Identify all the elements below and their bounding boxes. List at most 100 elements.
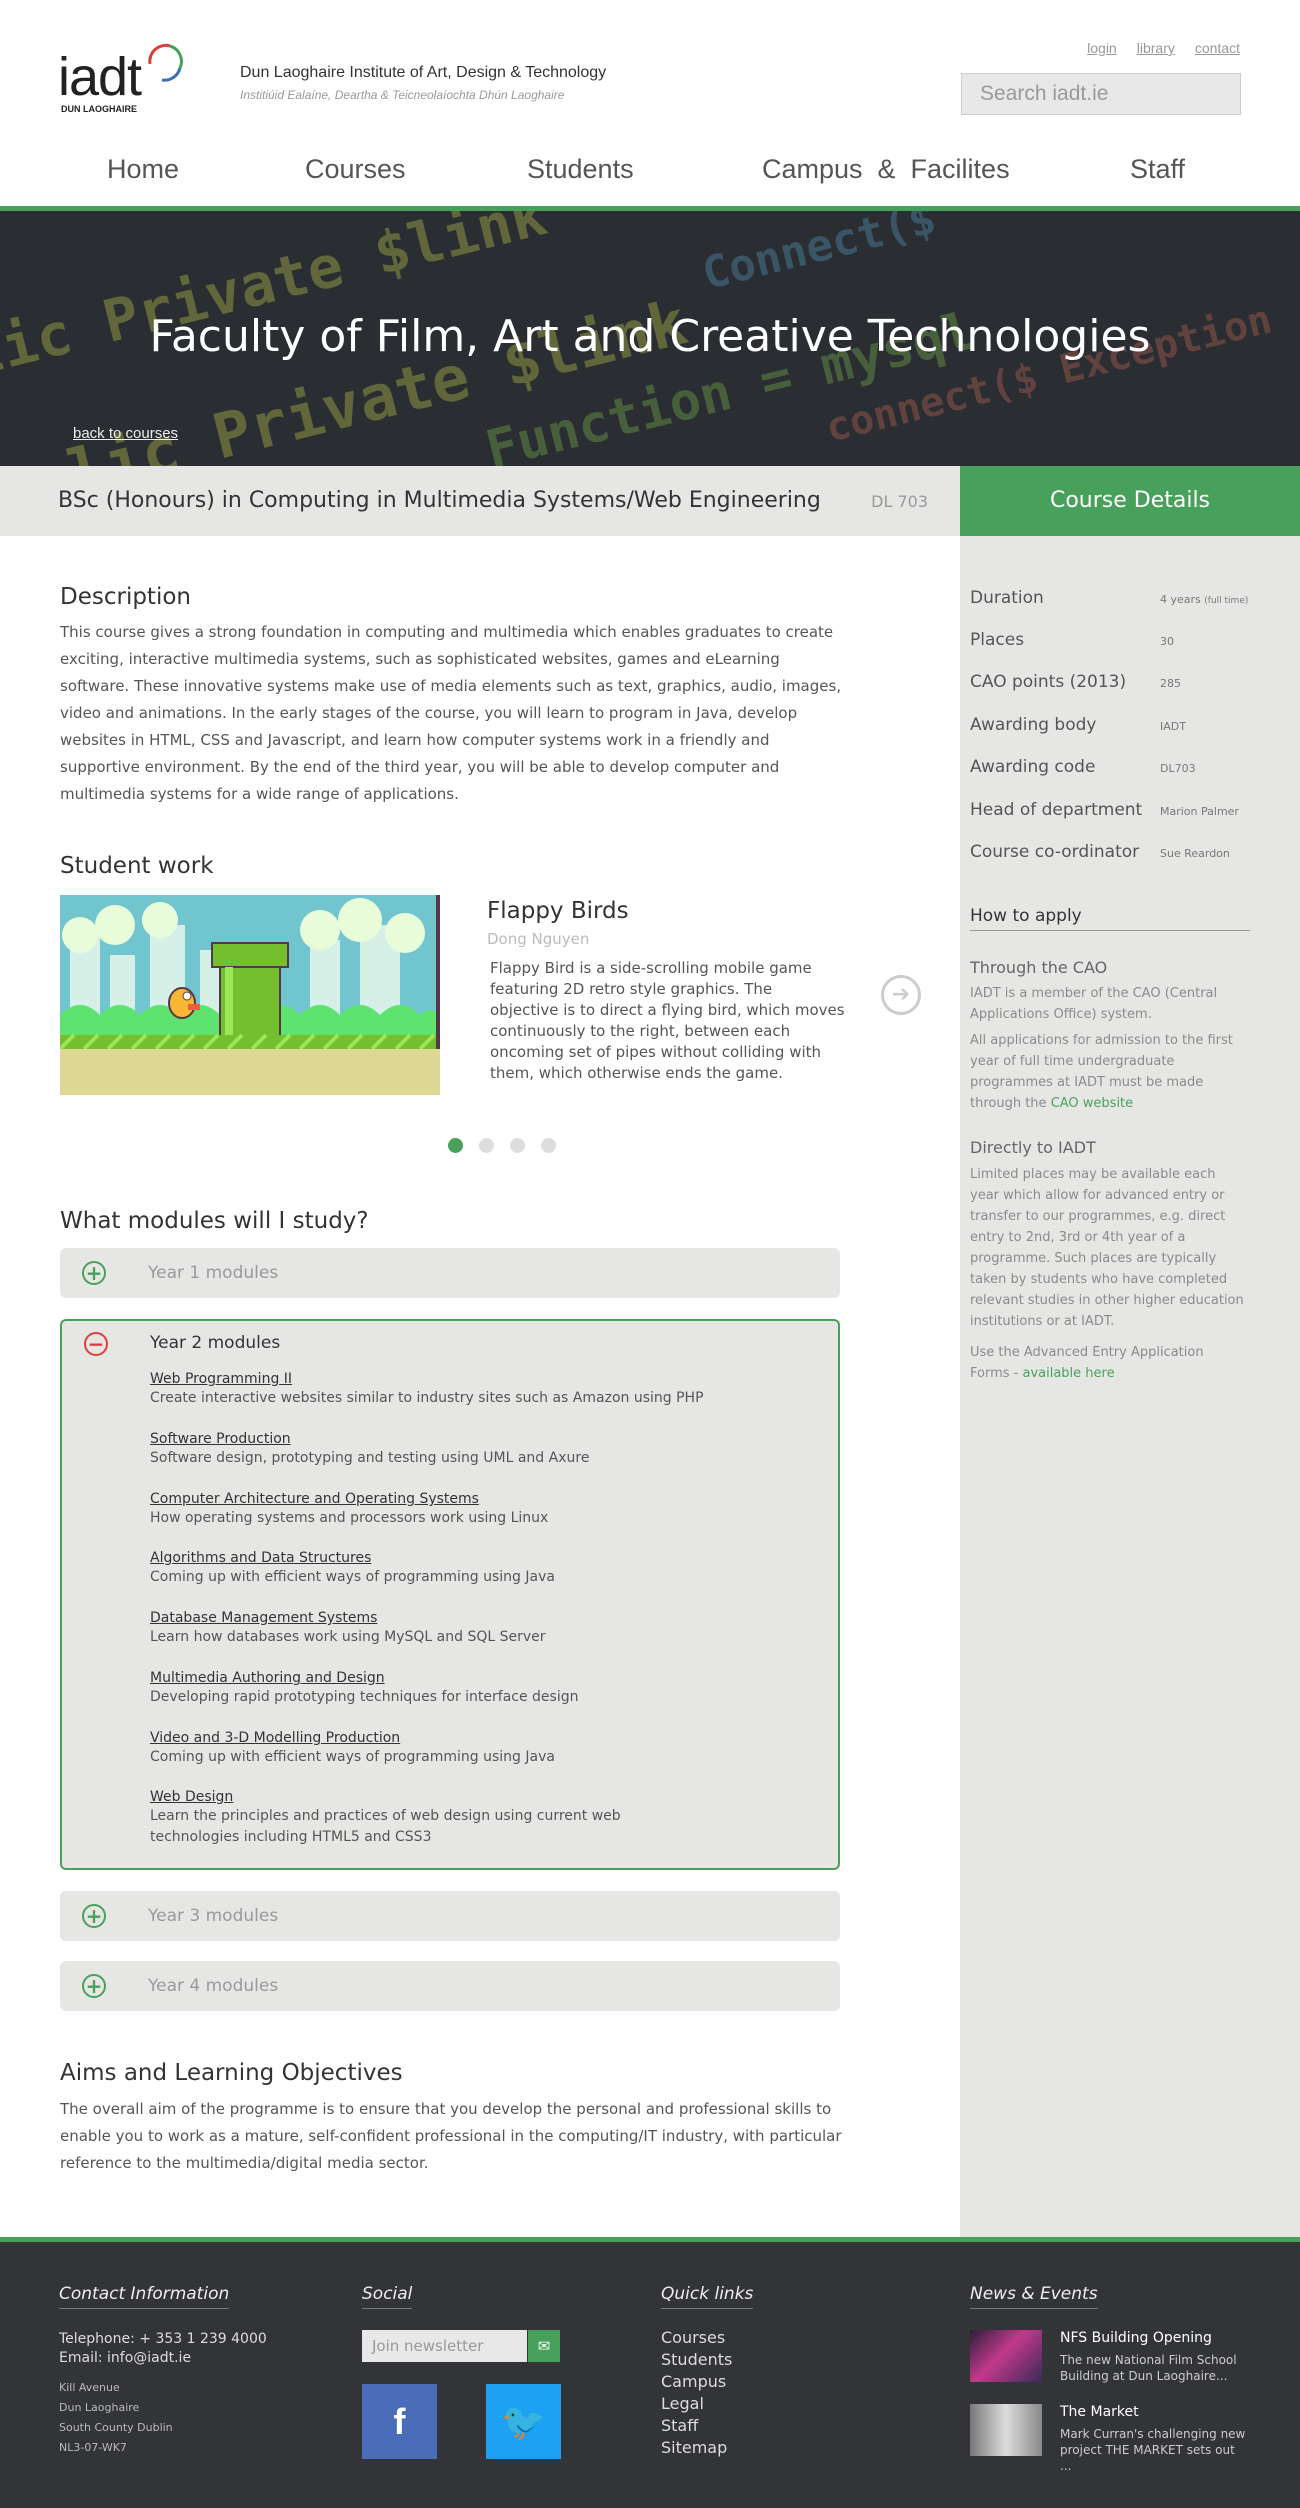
module-description: Create interactive websites similar to i…	[150, 1390, 704, 1406]
back-to-courses-link[interactable]: back to courses	[73, 425, 178, 442]
next-arrow-icon[interactable]: ➔	[881, 975, 921, 1015]
news-title[interactable]: The Market	[1060, 2404, 1139, 2420]
module-title[interactable]: Web Programming II	[150, 1371, 750, 1387]
quick-link[interactable]: Legal	[661, 2393, 732, 2415]
hero-title: Faculty of Film, Art and Creative Techno…	[149, 311, 1151, 362]
detail-row-awarding-code: Awarding code DL703	[970, 757, 1290, 787]
detail-key: Places	[970, 630, 1025, 650]
twitter-button[interactable]: 🐦	[486, 2384, 561, 2459]
cao-paragraph: IADT is a member of the CAO (Central App…	[970, 986, 1218, 1022]
login-link[interactable]: login	[1087, 40, 1117, 56]
cao-website-link[interactable]: CAO website	[1051, 1096, 1133, 1111]
nav-campus[interactable]: Campus & Facilites	[762, 154, 1010, 185]
news-thumbnail[interactable]	[970, 2330, 1042, 2382]
quick-link[interactable]: Staff	[661, 2415, 732, 2437]
carousel-dots	[448, 1138, 556, 1153]
iadt-logo[interactable]: iadt DUN LAOGHAIRE	[58, 38, 188, 118]
module-title[interactable]: Database Management Systems	[150, 1610, 750, 1626]
facebook-button[interactable]: f	[362, 2384, 437, 2459]
detail-row-course-coordinator: Course co-ordinator Sue Reardon	[970, 842, 1290, 872]
flappy-bird-screenshot[interactable]	[60, 895, 440, 1095]
carousel-dot[interactable]	[510, 1138, 525, 1153]
newsletter-submit-button[interactable]: ✉	[528, 2330, 560, 2362]
year-1-accordion[interactable]: + Year 1 modules	[60, 1248, 840, 1298]
news-heading: News & Events	[970, 2284, 1098, 2309]
detail-value: DL703	[1160, 762, 1196, 775]
quick-link[interactable]: Campus	[661, 2371, 732, 2393]
module-item: Computer Architecture and Operating Syst…	[150, 1491, 750, 1529]
expand-plus-icon: +	[82, 1904, 106, 1928]
collapse-minus-icon: −	[84, 1332, 108, 1356]
detail-key: Course co-ordinator	[970, 842, 1140, 862]
carousel-dot[interactable]	[448, 1138, 463, 1153]
module-title[interactable]: Multimedia Authoring and Design	[150, 1670, 750, 1686]
modules-heading: What modules will I study?	[60, 1208, 369, 1234]
institute-name: Dun Laoghaire Institute of Art, Design &…	[240, 64, 607, 81]
mail-icon: ✉	[537, 2337, 551, 2355]
quick-link[interactable]: Courses	[661, 2327, 732, 2349]
expand-plus-icon: +	[82, 1261, 106, 1285]
cao-admission-paragraph: All applications for admission to the fi…	[970, 1030, 1245, 1114]
nav-home[interactable]: Home	[107, 154, 179, 185]
detail-key: Awarding code	[970, 757, 1096, 777]
how-to-apply-heading: How to apply	[970, 906, 1250, 931]
address-line: NL3-07-WK7	[59, 2441, 127, 2454]
module-item: Algorithms and Data Structures Coming up…	[150, 1550, 750, 1588]
year-4-label: Year 4 modules	[148, 1976, 279, 1996]
detail-value: IADT	[1160, 720, 1186, 733]
year-3-accordion[interactable]: + Year 3 modules	[60, 1891, 840, 1941]
module-title[interactable]: Algorithms and Data Structures	[150, 1550, 750, 1566]
course-details-sidebar: Duration 4 years (full time) Places 30 C…	[960, 536, 1300, 2237]
year-3-label: Year 3 modules	[148, 1906, 279, 1926]
telephone: Telephone: + 353 1 239 4000	[59, 2331, 267, 2347]
module-description: Software design, prototyping and testing…	[150, 1450, 590, 1466]
module-title[interactable]: Software Production	[150, 1431, 750, 1447]
year-2-label: Year 2 modules	[150, 1333, 281, 1353]
detail-value: Marion Palmer	[1160, 805, 1239, 818]
detail-value: 285	[1160, 677, 1181, 690]
newsletter-input[interactable]: Join newsletter	[362, 2330, 527, 2362]
aims-heading: Aims and Learning Objectives	[60, 2060, 403, 2086]
directly-heading: Directly to IADT	[970, 1138, 1096, 1157]
detail-row-head-of-department: Head of department Marion Palmer	[970, 800, 1290, 830]
quick-link[interactable]: Sitemap	[661, 2437, 732, 2459]
module-item: Web Programming II Create interactive we…	[150, 1371, 750, 1409]
quick-link[interactable]: Students	[661, 2349, 732, 2371]
flappy-bird-game-image	[60, 895, 440, 1095]
twitter-icon: 🐦	[501, 2401, 546, 2442]
module-title[interactable]: Computer Architecture and Operating Syst…	[150, 1491, 750, 1507]
contact-heading: Contact Information	[59, 2284, 230, 2309]
detail-value: Sue Reardon	[1160, 847, 1230, 860]
contact-link[interactable]: contact	[1195, 40, 1240, 56]
carousel-dot[interactable]	[479, 1138, 494, 1153]
email[interactable]: Email: info@iadt.ie	[59, 2349, 191, 2367]
year-4-accordion[interactable]: + Year 4 modules	[60, 1961, 840, 2011]
course-title-bar: BSc (Honours) in Computing in Multimedia…	[0, 466, 960, 536]
duration-value: 4 years	[1160, 593, 1201, 606]
year-2-accordion[interactable]: − Year 2 modules Web Programming II Crea…	[60, 1319, 840, 1870]
nav-students[interactable]: Students	[527, 154, 634, 185]
institute-irish-name: Institiúid Ealaíne, Deartha & Teicneolaí…	[240, 88, 565, 102]
student-work-description: Flappy Bird is a side-scrolling mobile g…	[490, 959, 845, 1082]
nav-staff[interactable]: Staff	[1130, 154, 1185, 185]
hero-bg-code: Connect($	[697, 211, 942, 301]
detail-key: Awarding body	[970, 715, 1097, 735]
logo-wordmark: iadt	[58, 47, 142, 107]
module-title[interactable]: Web Design	[150, 1789, 710, 1805]
available-here-link[interactable]: available here	[1022, 1366, 1114, 1381]
detail-row-awarding-body: Awarding body IADT	[970, 715, 1290, 745]
library-link[interactable]: library	[1137, 40, 1175, 56]
module-title[interactable]: Video and 3-D Modelling Production	[150, 1730, 750, 1746]
news-title[interactable]: NFS Building Opening	[1060, 2330, 1212, 2346]
carousel-dot[interactable]	[541, 1138, 556, 1153]
detail-value: 30	[1160, 635, 1174, 648]
student-work-title: Flappy Birds	[487, 898, 629, 924]
address-line: South County Dublin	[59, 2421, 173, 2434]
direct-entry-paragraph: Limited places may be available each yea…	[970, 1167, 1244, 1329]
detail-value: 4 years (full time)	[1160, 593, 1248, 606]
top-links: login library contact	[1087, 40, 1240, 56]
nav-courses[interactable]: Courses	[305, 154, 406, 185]
description-text: This course gives a strong foundation in…	[60, 623, 842, 803]
search-input[interactable]: Search iadt.ie	[961, 73, 1241, 115]
news-thumbnail[interactable]	[970, 2404, 1042, 2456]
